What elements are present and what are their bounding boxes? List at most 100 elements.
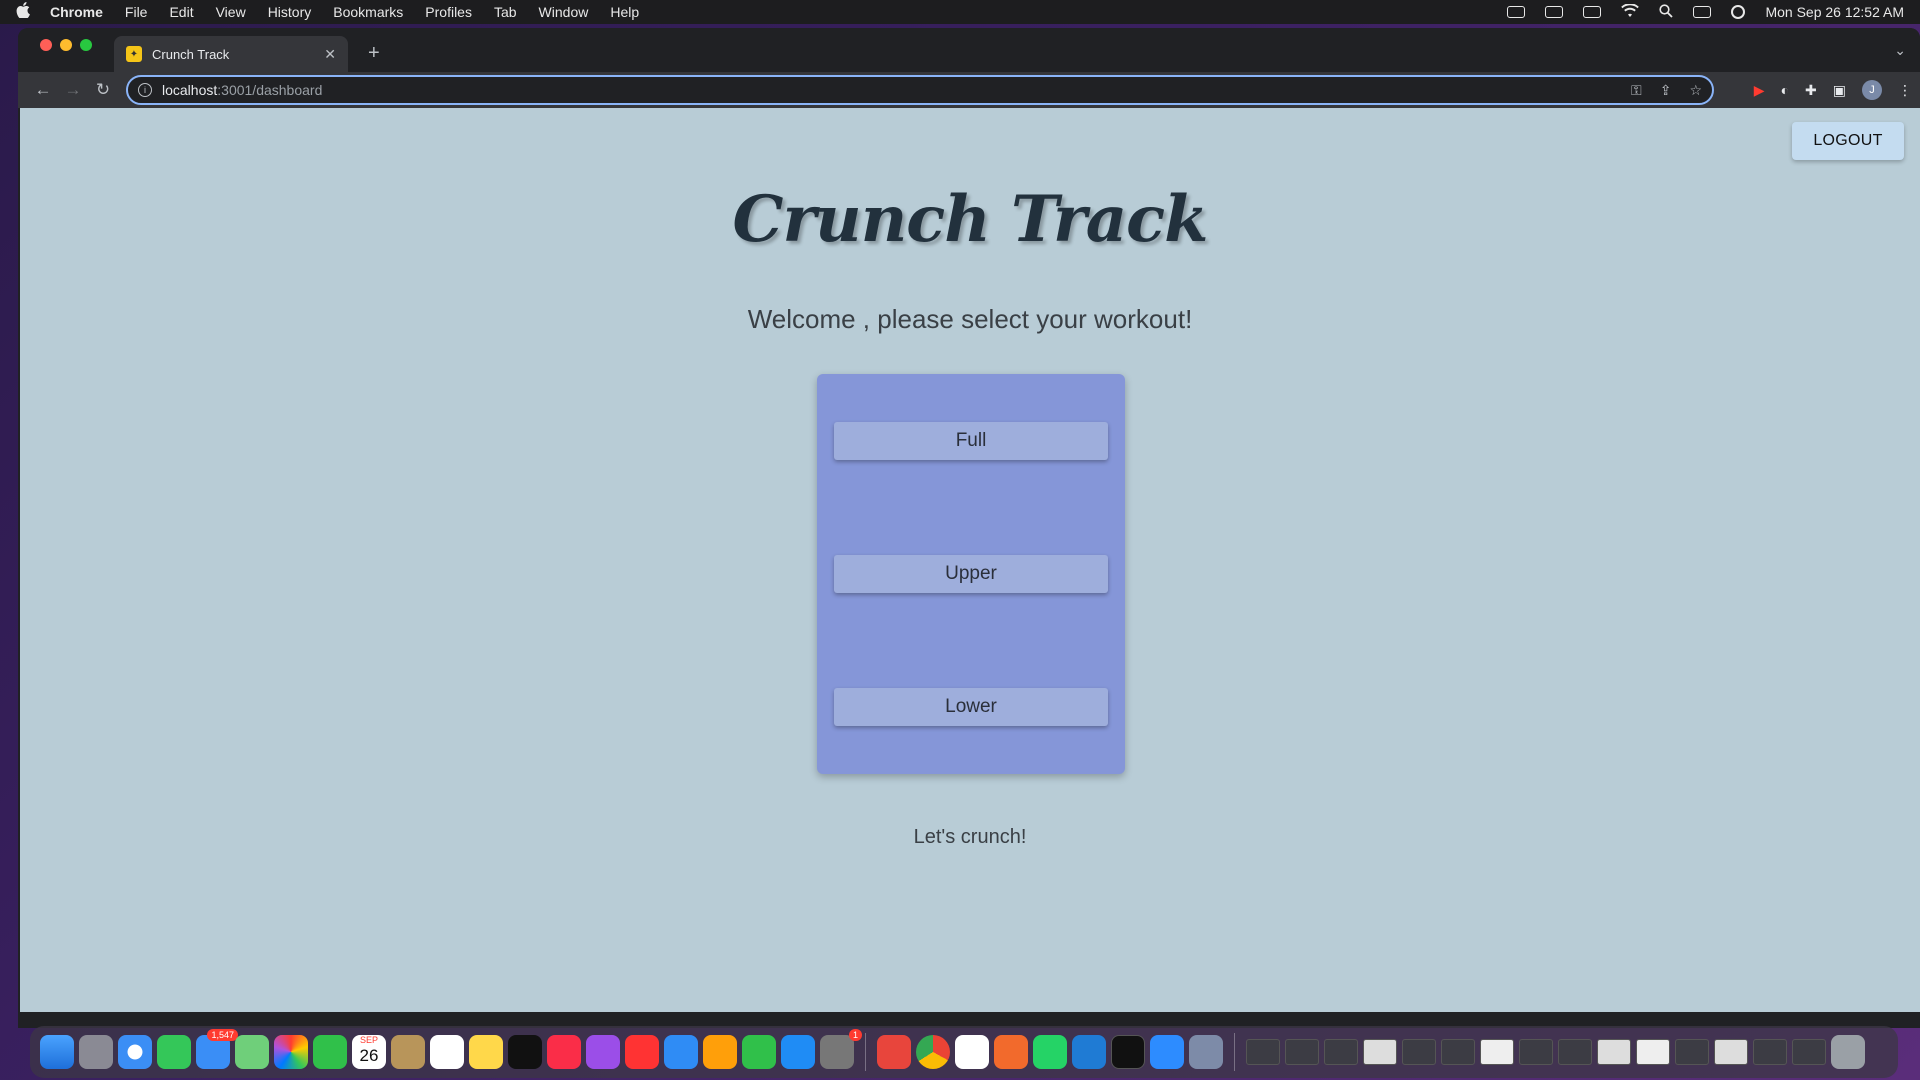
settings-badge: 1 xyxy=(848,1029,862,1041)
dock-separator-2 xyxy=(1234,1033,1235,1071)
podcasts-icon[interactable] xyxy=(586,1035,620,1069)
launchpad-icon[interactable] xyxy=(79,1035,113,1069)
apple-icon[interactable] xyxy=(16,1,30,23)
spotlight-search-icon[interactable] xyxy=(1659,3,1674,21)
welcome-message: Welcome , please select your workout! xyxy=(747,304,1193,334)
workout-lower-button[interactable]: Lower xyxy=(834,688,1108,726)
menu-tab[interactable]: Tab xyxy=(494,4,517,20)
menu-app-name[interactable]: Chrome xyxy=(50,4,103,20)
fullscreen-window-button[interactable] xyxy=(80,39,92,51)
mail-icon[interactable]: 1,547 xyxy=(196,1029,238,1069)
url-host: localhost xyxy=(162,82,218,98)
notes-icon[interactable] xyxy=(469,1035,503,1069)
minimized-window-thumbnail[interactable] xyxy=(1246,1039,1280,1065)
whatsapp-icon[interactable] xyxy=(1033,1035,1067,1069)
app-store-icon[interactable] xyxy=(781,1035,815,1069)
dark-mode-extension-icon[interactable]: ◐ xyxy=(1781,82,1789,98)
minimized-window-thumbnail[interactable] xyxy=(1363,1039,1397,1065)
chevron-down-icon[interactable]: ⌄ xyxy=(1894,42,1906,59)
car-icon[interactable] xyxy=(1583,6,1602,18)
keynote-icon[interactable] xyxy=(664,1035,698,1069)
menu-help[interactable]: Help xyxy=(610,4,639,20)
sketch-icon[interactable] xyxy=(994,1035,1028,1069)
mail-badge: 1,547 xyxy=(207,1029,238,1041)
minimized-window-thumbnail[interactable] xyxy=(1714,1039,1748,1065)
share-icon[interactable]: ⇪ xyxy=(1660,82,1672,99)
maps-icon[interactable] xyxy=(235,1035,269,1069)
forward-arrow-icon[interactable]: → xyxy=(58,80,88,100)
minimized-window-thumbnail[interactable] xyxy=(1558,1039,1592,1065)
minimized-window-thumbnail[interactable] xyxy=(1597,1039,1631,1065)
address-bar[interactable]: i localhost :3001/dashboard ⚿ ⇪ ☆ xyxy=(126,75,1714,105)
close-window-button[interactable] xyxy=(40,39,52,51)
menu-file[interactable]: File xyxy=(125,4,148,20)
photos-icon[interactable] xyxy=(274,1035,308,1069)
apple-tv-icon[interactable] xyxy=(508,1035,542,1069)
logout-button[interactable]: LOGOUT xyxy=(1792,122,1904,160)
pages-icon[interactable] xyxy=(703,1035,737,1069)
terminal-icon[interactable] xyxy=(1111,1035,1145,1069)
new-tab-icon[interactable]: + xyxy=(368,42,380,65)
menubar-clock[interactable]: Mon Sep 26 12:52 AM xyxy=(1765,4,1904,20)
workout-upper-button[interactable]: Upper xyxy=(834,555,1108,593)
puzzle-extensions-icon[interactable]: ✚ xyxy=(1805,82,1817,99)
slack-icon[interactable] xyxy=(955,1035,989,1069)
menu-profiles[interactable]: Profiles xyxy=(425,4,472,20)
numbers-icon[interactable] xyxy=(742,1035,776,1069)
site-info-icon[interactable]: i xyxy=(138,83,152,97)
minimized-window-thumbnail[interactable] xyxy=(1519,1039,1553,1065)
minimized-window-thumbnail[interactable] xyxy=(1753,1039,1787,1065)
minimized-window-thumbnail[interactable] xyxy=(1402,1039,1436,1065)
control-center-icon[interactable] xyxy=(1693,6,1712,18)
side-panel-icon[interactable]: ▣ xyxy=(1833,82,1846,99)
trash-icon[interactable] xyxy=(1831,1035,1865,1069)
tab-crunch-track[interactable]: ✦ Crunch Track ✕ xyxy=(114,36,348,72)
workout-selection-card: Full Upper Lower xyxy=(817,374,1125,774)
preview-icon[interactable] xyxy=(1189,1035,1223,1069)
siri-icon[interactable] xyxy=(1731,5,1746,19)
calendar-day: 26 xyxy=(359,1046,379,1065)
extensions-area: ▶ ◐ ✚ ▣ J ⋮ xyxy=(1754,80,1912,100)
wifi-icon[interactable] xyxy=(1621,2,1640,21)
airmail-icon[interactable] xyxy=(877,1035,911,1069)
keyboard-icon[interactable] xyxy=(1545,6,1564,18)
vscode-icon[interactable] xyxy=(1072,1035,1106,1069)
profile-avatar[interactable]: J xyxy=(1862,80,1882,100)
brand-title: Crunch Track xyxy=(732,182,1209,257)
workout-full-button[interactable]: Full xyxy=(834,422,1108,460)
menu-edit[interactable]: Edit xyxy=(169,4,193,20)
minimized-window-thumbnail[interactable] xyxy=(1324,1039,1358,1065)
menu-history[interactable]: History xyxy=(268,4,312,20)
calendar-icon[interactable]: SEP 26 xyxy=(352,1035,386,1069)
minimize-window-button[interactable] xyxy=(60,39,72,51)
messages-icon[interactable] xyxy=(157,1035,191,1069)
zoom-icon[interactable] xyxy=(1150,1035,1184,1069)
finder-icon[interactable] xyxy=(40,1035,74,1069)
reload-icon[interactable]: ↻ xyxy=(88,80,118,100)
system-settings-icon[interactable]: 1 xyxy=(820,1029,862,1069)
music-icon[interactable] xyxy=(547,1035,581,1069)
screen-recorder-extension-icon[interactable]: ▶ xyxy=(1754,82,1765,99)
minimized-window-thumbnail[interactable] xyxy=(1636,1039,1670,1065)
safari-icon[interactable] xyxy=(118,1035,152,1069)
window-controls xyxy=(40,39,92,51)
menu-view[interactable]: View xyxy=(216,4,246,20)
bookmark-star-icon[interactable]: ☆ xyxy=(1689,82,1702,99)
minimized-window-thumbnail[interactable] xyxy=(1792,1039,1826,1065)
close-tab-icon[interactable]: ✕ xyxy=(324,46,336,63)
menu-bookmarks[interactable]: Bookmarks xyxy=(333,4,403,20)
chrome-icon[interactable] xyxy=(916,1035,950,1069)
reminders-icon[interactable] xyxy=(430,1035,464,1069)
screen-record-icon[interactable] xyxy=(1507,6,1526,18)
kebab-menu-icon[interactable]: ⋮ xyxy=(1898,82,1912,99)
minimized-window-thumbnail[interactable] xyxy=(1285,1039,1319,1065)
menu-window[interactable]: Window xyxy=(539,4,589,20)
minimized-window-thumbnail[interactable] xyxy=(1480,1039,1514,1065)
minimized-window-thumbnail[interactable] xyxy=(1441,1039,1475,1065)
news-icon[interactable] xyxy=(625,1035,659,1069)
minimized-window-thumbnail[interactable] xyxy=(1675,1039,1709,1065)
facetime-icon[interactable] xyxy=(313,1035,347,1069)
contacts-icon[interactable] xyxy=(391,1035,425,1069)
key-icon[interactable]: ⚿ xyxy=(1631,82,1642,99)
back-arrow-icon[interactable]: ← xyxy=(28,80,58,100)
